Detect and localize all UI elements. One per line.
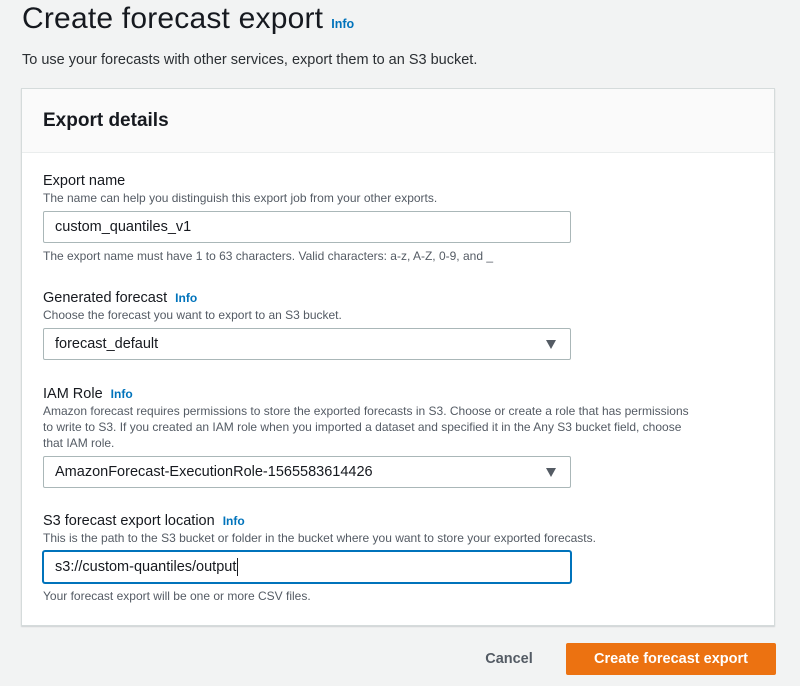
iam-role-label-row: IAM Role Info [43, 385, 733, 403]
iam-role-info-link[interactable]: Info [111, 387, 133, 401]
create-forecast-export-button[interactable]: Create forecast export [566, 643, 776, 675]
cancel-button[interactable]: Cancel [470, 643, 548, 675]
caret-down-icon [546, 340, 556, 349]
s3-location-input[interactable]: s3://custom-quantiles/output [43, 551, 571, 583]
iam-role-description-line: Amazon forecast requires permissions to … [43, 404, 689, 418]
s3-location-value: s3://custom-quantiles/output [55, 559, 237, 575]
page-title: Create forecast export [22, 2, 324, 35]
generated-forecast-label-row: Generated forecast Info [43, 289, 733, 307]
s3-location-info-link[interactable]: Info [223, 514, 245, 528]
s3-location-label: S3 forecast export location [43, 513, 215, 529]
s3-location-constraint: Your forecast export will be one or more… [43, 589, 311, 603]
iam-role-description-line: to write to S3. If you created an IAM ro… [43, 420, 682, 434]
panel-header: Export details [22, 89, 774, 153]
export-name-description: The name can help you distinguish this e… [43, 191, 438, 205]
export-name-field: Export name The name can help you distin… [43, 172, 733, 263]
export-name-input[interactable]: custom_quantiles_v1 [43, 211, 571, 243]
iam-role-description-line: that IAM role. [43, 436, 115, 450]
s3-location-description: This is the path to the S3 bucket or fol… [43, 531, 596, 545]
export-name-constraint: The export name must have 1 to 63 charac… [43, 249, 493, 263]
iam-role-field: IAM Role Info Amazon forecast requires p… [43, 385, 733, 488]
generated-forecast-label: Generated forecast [43, 290, 168, 306]
iam-role-selected: AmazonForecast-ExecutionRole-15655836144… [55, 464, 373, 480]
iam-role-label: IAM Role [43, 386, 103, 402]
generated-forecast-field: Generated forecast Info Choose the forec… [43, 289, 733, 360]
panel-title: Export details [43, 109, 169, 131]
export-name-value: custom_quantiles_v1 [55, 219, 192, 235]
page-info-link[interactable]: Info [331, 17, 354, 31]
iam-role-description: Amazon forecast requires permissions to … [43, 403, 733, 451]
generated-forecast-info-link[interactable]: Info [175, 291, 197, 305]
export-name-label: Export name [43, 173, 126, 189]
s3-location-label-row: S3 forecast export location Info [43, 512, 733, 530]
caret-down-icon [546, 468, 556, 477]
generated-forecast-selected: forecast_default [55, 336, 159, 352]
page-description: To use your forecasts with other service… [22, 52, 478, 68]
title-row: Create forecast export Info [22, 2, 354, 36]
page: Create forecast export Info To use your … [0, 0, 800, 686]
export-details-panel: Export details Export name The name can … [21, 88, 775, 626]
iam-role-select[interactable]: AmazonForecast-ExecutionRole-15655836144… [43, 456, 571, 488]
s3-location-field: S3 forecast export location Info This is… [43, 512, 733, 603]
generated-forecast-description: Choose the forecast you want to export t… [43, 308, 342, 322]
generated-forecast-select[interactable]: forecast_default [43, 328, 571, 360]
text-cursor [237, 558, 239, 576]
